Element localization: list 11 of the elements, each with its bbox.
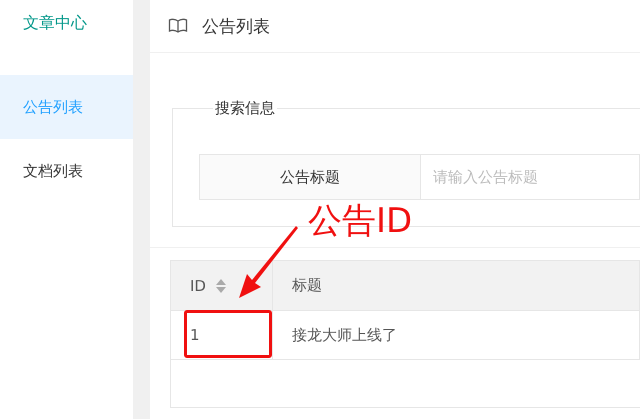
page-title: 公告列表 — [202, 16, 270, 38]
title-input-field[interactable]: 请输入公告标题 — [421, 154, 640, 200]
sort-icon[interactable] — [216, 278, 226, 292]
field-label: 公告标题 — [199, 154, 421, 200]
search-legend: 搜索信息 — [213, 99, 277, 118]
table-cell: 接龙大师上线了 — [273, 311, 640, 359]
annotation-label: 公告ID — [308, 200, 412, 243]
book-icon — [168, 18, 188, 34]
table-cell: 1 — [171, 311, 273, 359]
sidebar-title: 文章中心 — [22, 12, 88, 34]
column-header[interactable]: 标题 — [273, 261, 640, 310]
